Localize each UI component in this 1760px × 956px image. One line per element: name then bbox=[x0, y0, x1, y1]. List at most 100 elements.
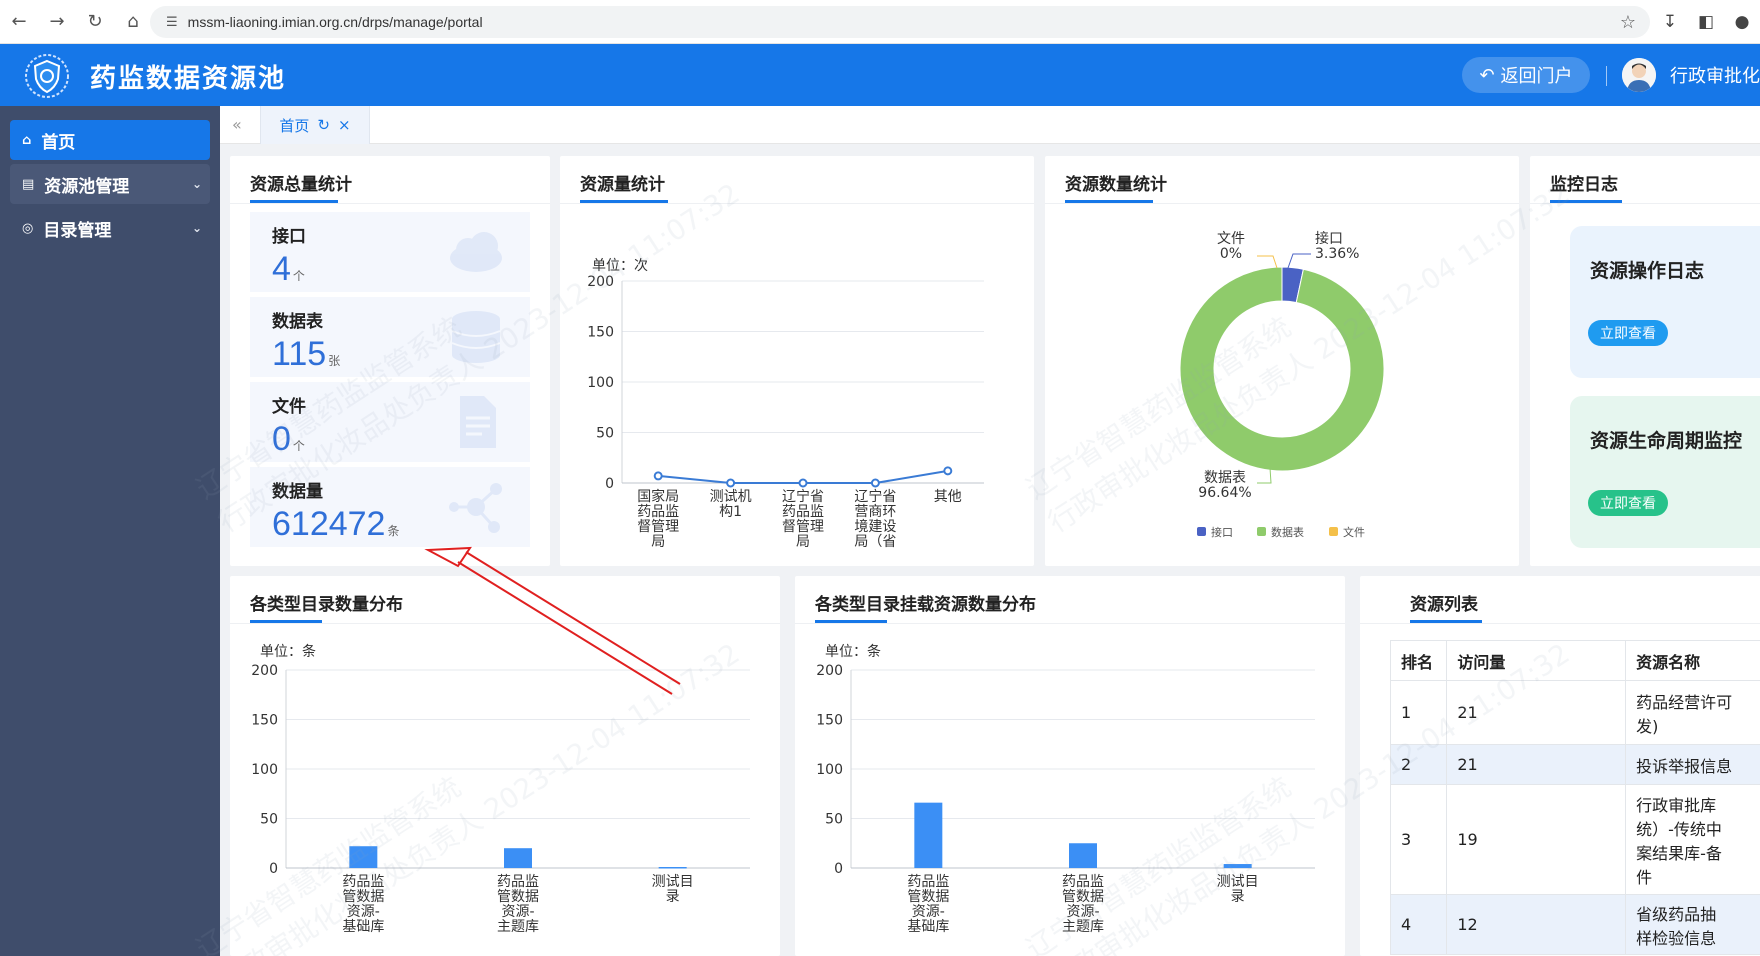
x-tick-label: 局 bbox=[796, 534, 810, 550]
card-title: 资源列表 bbox=[1410, 595, 1478, 615]
stat-value: 4个 bbox=[272, 250, 305, 288]
x-tick-label: 药品监 bbox=[637, 504, 679, 520]
legend-swatch bbox=[1197, 527, 1206, 536]
download-icon[interactable]: ↧ bbox=[1652, 12, 1688, 32]
divider bbox=[230, 203, 550, 204]
x-tick-label: 药品监 bbox=[497, 874, 539, 890]
slice-value-label: 96.64% bbox=[1198, 485, 1251, 501]
x-tick-label: 管数据 bbox=[497, 889, 539, 905]
unit-label: 单位：次 bbox=[592, 258, 648, 274]
user-avatar[interactable] bbox=[1622, 58, 1656, 92]
bookmark-star-icon[interactable]: ☆ bbox=[1620, 12, 1636, 33]
catalog-distribution-card: 各类型目录数量分布 单位：条 0 50 100 150 200 药品监 管数据 资源- 基础库药… bbox=[230, 576, 780, 956]
donut-chart: 文件0%接口3.36%数据表96.64%接口 数据表 文件 bbox=[1179, 230, 1385, 539]
legend-swatch bbox=[1329, 527, 1338, 536]
bar bbox=[1223, 864, 1252, 868]
resource-name-cell[interactable]: 药品经营许可 发) bbox=[1625, 680, 1760, 745]
shield-logo-icon bbox=[25, 54, 69, 98]
legend-label: 文件 bbox=[1343, 525, 1365, 539]
y-tick-label: 200 bbox=[251, 663, 278, 679]
rank-cell: 4 bbox=[1389, 894, 1448, 955]
stat-value: 115 张 bbox=[272, 335, 341, 373]
monitor-log-card: 监控日志 资源操作日志 立即查看 资源生命周期监控 立即查看 bbox=[1530, 156, 1760, 566]
stat-value: 612472 条 bbox=[272, 505, 400, 543]
back-arrow-icon[interactable]: ← bbox=[0, 0, 38, 44]
table-row[interactable]: 3 19 行政审批库 统）-传统中 案结果库-备件 bbox=[1389, 784, 1760, 895]
app-title: 药监数据资源池 bbox=[90, 64, 287, 94]
reload-icon[interactable]: ↻ bbox=[76, 0, 114, 44]
document-icon bbox=[460, 396, 496, 448]
data-point bbox=[653, 471, 663, 481]
sidebar-item-label: 目录管理 bbox=[43, 220, 112, 241]
address-bar[interactable]: ☰ mssm-liaoning.imian.org.cn/drps/manage… bbox=[150, 6, 1650, 38]
x-tick-label: 辽宁省 bbox=[782, 488, 824, 505]
y-tick-label: 100 bbox=[251, 762, 278, 778]
user-name[interactable]: 行政审批化 bbox=[1670, 62, 1760, 88]
tab-home[interactable]: 首页 ↻ × bbox=[260, 106, 370, 144]
site-info-icon[interactable]: ☰ bbox=[166, 15, 178, 30]
table-header-row: 排名 访问量 资源名称 bbox=[1389, 640, 1760, 681]
x-tick-label: 国家局 bbox=[637, 488, 679, 505]
y-tick-label: 0 bbox=[605, 476, 614, 492]
x-tick-label: 管数据 bbox=[342, 889, 384, 905]
refresh-icon[interactable]: ↻ bbox=[317, 116, 330, 134]
y-tick-label: 200 bbox=[816, 663, 843, 679]
stat-file: 文件 0个 bbox=[250, 382, 530, 462]
resource-table: 排名 访问量 资源名称 1 21 药品经营许可 发) 2 21 投诉举报信息 3 … bbox=[1389, 640, 1760, 955]
slice-label: 数据表 bbox=[1204, 470, 1246, 486]
data-point bbox=[943, 466, 953, 476]
x-tick-label: 局（省 bbox=[854, 534, 896, 550]
column-header-resource-name[interactable]: 资源名称 bbox=[1625, 640, 1760, 681]
url-text[interactable]: mssm-liaoning.imian.org.cn/drps/manage/p… bbox=[188, 14, 483, 30]
sidebar-item-label: 资源池管理 bbox=[44, 176, 130, 197]
resource-volume-card: 资源量统计 单位：次 0 50 100 150 200 国家局 药品监 督管理局测试机 构1 辽宁… bbox=[560, 156, 1034, 566]
sidebar-item-home[interactable]: ⌂ 首页 bbox=[10, 120, 210, 160]
sidebar-item-catalog[interactable]: ◎ 目录管理 ⌄ bbox=[10, 208, 210, 248]
column-header-visits[interactable]: 访问量 bbox=[1446, 640, 1627, 681]
table-row[interactable]: 4 12 省级药品抽 样检验信息 bbox=[1389, 894, 1760, 955]
pie-slice bbox=[1179, 266, 1385, 472]
unit-label: 单位：条 bbox=[825, 643, 881, 660]
view-operation-log-button[interactable]: 立即查看 bbox=[1588, 320, 1668, 346]
view-lifecycle-monitor-button[interactable]: 立即查看 bbox=[1588, 490, 1668, 516]
y-tick-label: 50 bbox=[825, 812, 843, 828]
tab-bar: « 首页 ↻ × bbox=[220, 106, 1760, 144]
sidebar-item-label: 首页 bbox=[41, 132, 76, 153]
divider bbox=[1530, 203, 1760, 204]
x-tick-label: 营商环 bbox=[854, 504, 896, 520]
table-row[interactable]: 2 21 投诉举报信息 bbox=[1389, 744, 1760, 785]
sidebar-item-resource-pool[interactable]: ▤ 资源池管理 ⌄ bbox=[10, 164, 210, 204]
network-nodes-icon bbox=[449, 483, 502, 533]
back-to-portal-button[interactable]: ↶ 返回门户 bbox=[1462, 57, 1590, 93]
resource-name-cell[interactable]: 行政审批库 统）-传统中 案结果库-备件 bbox=[1625, 784, 1760, 895]
x-tick-label: 资源- bbox=[347, 904, 380, 920]
close-icon[interactable]: × bbox=[338, 116, 351, 134]
double-chevron-left-icon[interactable]: « bbox=[232, 115, 242, 134]
catalog-resource-distribution-card: 各类型目录挂载资源数量分布 单位：条 0 50 100 150 200 药品监 管数据 资源-… bbox=[795, 576, 1345, 956]
visits-cell: 21 bbox=[1446, 680, 1627, 745]
side-panel-icon[interactable]: ◧ bbox=[1688, 12, 1724, 32]
column-header-rank[interactable]: 排名 bbox=[1389, 640, 1448, 681]
resource-name-cell[interactable]: 投诉举报信息 bbox=[1625, 744, 1760, 785]
operation-log-card[interactable]: 资源操作日志 立即查看 bbox=[1570, 226, 1760, 378]
slice-label: 文件 bbox=[1217, 231, 1245, 247]
x-tick-label: 主题库 bbox=[1062, 919, 1104, 935]
table-row[interactable]: 1 21 药品经营许可 发) bbox=[1389, 680, 1760, 745]
home-icon[interactable]: ⌂ bbox=[114, 0, 152, 44]
data-point bbox=[798, 478, 808, 488]
x-tick-label: 测试机 bbox=[710, 489, 752, 505]
browser-toolbar: ← → ↻ ⌂ ☰ mssm-liaoning.imian.org.cn/drp… bbox=[0, 0, 1760, 44]
visits-cell: 21 bbox=[1446, 744, 1627, 785]
settings-icon: ◎ bbox=[22, 220, 34, 236]
stat-label: 数据量 bbox=[272, 482, 323, 502]
forward-arrow-icon[interactable]: → bbox=[38, 0, 76, 44]
visits-cell: 12 bbox=[1446, 894, 1627, 955]
log-card-title: 资源生命周期监控 bbox=[1590, 430, 1743, 452]
header-divider bbox=[1606, 66, 1607, 86]
resource-name-cell[interactable]: 省级药品抽 样检验信息 bbox=[1625, 894, 1760, 955]
x-tick-label: 管数据 bbox=[907, 889, 949, 905]
rank-cell: 2 bbox=[1389, 744, 1448, 785]
lifecycle-monitor-card[interactable]: 资源生命周期监控 立即查看 bbox=[1570, 396, 1760, 548]
stat-label: 数据表 bbox=[272, 312, 323, 332]
profile-icon[interactable]: ● bbox=[1724, 12, 1760, 32]
